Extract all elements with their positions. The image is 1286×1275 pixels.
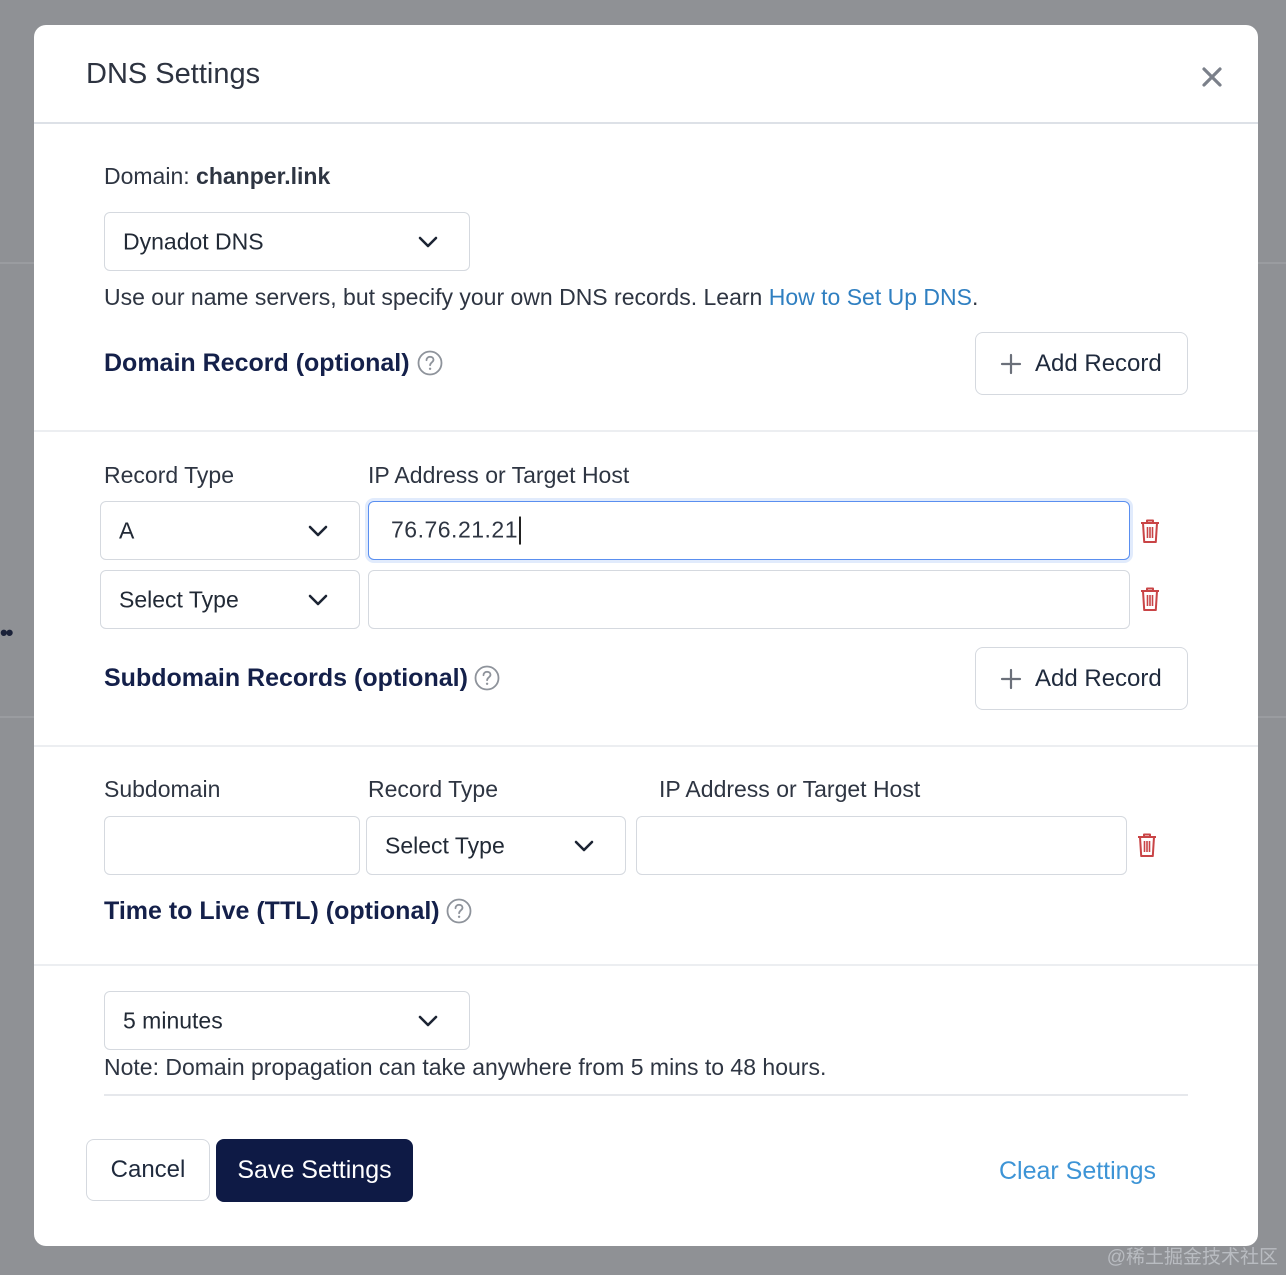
target-host-input[interactable] bbox=[368, 570, 1130, 629]
ttl-select[interactable]: 5 minutes bbox=[104, 991, 470, 1050]
how-to-setup-dns-link[interactable]: How to Set Up DNS bbox=[769, 284, 972, 310]
target-host-input[interactable]: 76.76.21.21 bbox=[368, 501, 1130, 560]
help-icon[interactable] bbox=[446, 898, 472, 924]
save-settings-button[interactable]: Save Settings bbox=[216, 1139, 413, 1202]
subdomain-record-type-select[interactable]: Select Type bbox=[366, 816, 626, 875]
plus-icon bbox=[1000, 668, 1022, 689]
chevron-down-icon bbox=[574, 840, 594, 851]
chevron-down-icon bbox=[418, 1015, 438, 1026]
chevron-down-icon bbox=[308, 525, 328, 536]
dialog-header: DNS Settings bbox=[34, 25, 1258, 124]
chevron-down-icon bbox=[308, 594, 328, 605]
text-cursor bbox=[519, 516, 522, 545]
chevron-down-icon bbox=[418, 236, 438, 247]
footer-divider bbox=[104, 1094, 1188, 1096]
help-icon[interactable] bbox=[474, 665, 500, 691]
backdrop-line bbox=[1258, 262, 1286, 264]
subdomain-records-title: Subdomain Records (optional) bbox=[104, 664, 468, 692]
watermark: @稀土掘金技术社区 bbox=[1106, 1247, 1278, 1268]
section-divider bbox=[34, 745, 1258, 747]
help-icon[interactable] bbox=[417, 350, 443, 376]
add-domain-record-button[interactable]: Add Record bbox=[975, 332, 1188, 395]
cancel-button[interactable]: Cancel bbox=[86, 1139, 210, 1201]
dialog-title: DNS Settings bbox=[86, 58, 261, 90]
section-divider bbox=[34, 430, 1258, 432]
record-type-select[interactable]: A bbox=[100, 501, 360, 560]
domain-label: Domain: chanper.link bbox=[104, 163, 331, 189]
add-subdomain-record-button[interactable]: Add Record bbox=[975, 647, 1188, 710]
record-type-column-label: Record Type bbox=[368, 776, 498, 802]
propagation-note: Note: Domain propagation can take anywhe… bbox=[104, 1054, 827, 1080]
plus-icon bbox=[1000, 353, 1022, 374]
trash-icon[interactable] bbox=[1138, 585, 1162, 613]
dns-settings-dialog: DNS Settings Domain: chanper.link Dynado… bbox=[34, 25, 1258, 1246]
backdrop-line bbox=[0, 262, 34, 264]
clear-settings-link[interactable]: Clear Settings bbox=[999, 1157, 1156, 1186]
dns-description: Use our name servers, but specify your o… bbox=[104, 284, 979, 310]
backdrop-more-icon: •• bbox=[0, 620, 13, 645]
subdomain-input[interactable] bbox=[104, 816, 360, 875]
subdomain-target-host-input[interactable] bbox=[636, 816, 1127, 875]
trash-icon[interactable] bbox=[1135, 831, 1159, 859]
record-type-column-label: Record Type bbox=[104, 462, 234, 488]
subdomain-column-label: Subdomain bbox=[104, 776, 221, 802]
target-column-label: IP Address or Target Host bbox=[368, 462, 630, 488]
domain-record-title: Domain Record (optional) bbox=[104, 349, 410, 377]
dns-provider-select[interactable]: Dynadot DNS bbox=[104, 212, 470, 271]
record-type-select[interactable]: Select Type bbox=[100, 570, 360, 629]
ttl-title: Time to Live (TTL) (optional) bbox=[104, 897, 440, 925]
target-column-label: IP Address or Target Host bbox=[659, 776, 921, 802]
section-divider bbox=[34, 964, 1258, 966]
trash-icon[interactable] bbox=[1138, 517, 1162, 545]
domain-name: chanper.link bbox=[196, 163, 331, 189]
close-icon[interactable] bbox=[1196, 61, 1228, 93]
